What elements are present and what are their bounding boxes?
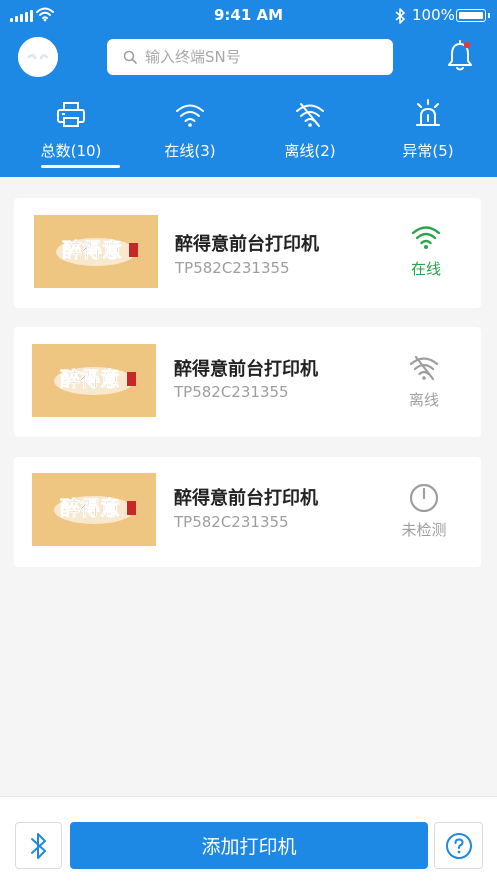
tab-label: 离线(2)	[284, 142, 336, 160]
tab-label: 异常(5)	[402, 142, 454, 160]
brand-logo-image: 醉得意	[32, 344, 156, 417]
notification-button[interactable]	[445, 40, 475, 74]
tab-label: 总数(10)	[40, 142, 102, 160]
printer-name: 醉得意前台打印机	[174, 488, 318, 509]
user-avatar-icon	[18, 37, 58, 77]
wifi-icon	[176, 104, 204, 127]
printer-icon	[57, 102, 85, 127]
search-icon	[123, 50, 137, 64]
status-text: 离线	[408, 391, 439, 409]
svg-text:醉得意: 醉得意	[60, 496, 120, 520]
bell-icon	[448, 40, 472, 71]
alarm-light-icon	[416, 99, 440, 126]
printer-name: 醉得意前台打印机	[175, 234, 319, 255]
wifi-icon	[411, 226, 441, 249]
help-button[interactable]	[434, 822, 483, 869]
printer-status: 未检测	[389, 481, 459, 540]
help-icon	[445, 832, 472, 859]
status-bar: 9:41 AM 100%	[0, 0, 497, 32]
printer-status: 在线	[391, 220, 461, 279]
gauge-icon	[409, 483, 439, 513]
bluetooth-button[interactable]	[15, 822, 62, 869]
bluetooth-icon	[395, 8, 405, 24]
printer-name: 醉得意前台打印机	[174, 359, 318, 380]
printer-status: 离线	[389, 351, 459, 410]
app-header: 9:41 AM 100% 输入终端SN号 总数(10) 在线(3) 离线(2) …	[0, 0, 497, 177]
status-tabs: 总数(10) 在线(3) 离线(2) 异常(5)	[0, 92, 497, 177]
printer-sn: TP582C231355	[175, 259, 290, 277]
brand-logo-image: 醉得意	[34, 215, 158, 288]
printer-logo: 醉得意	[32, 344, 156, 417]
printer-sn: TP582C231355	[174, 513, 289, 531]
battery-icon	[456, 9, 490, 22]
bluetooth-icon	[30, 832, 46, 859]
wifi-off-icon	[409, 355, 439, 381]
printer-logo: 醉得意	[34, 215, 158, 288]
printer-card[interactable]: 醉得意 醉得意前台打印机 TP582C231355 在线	[14, 198, 481, 308]
svg-text:醉得意: 醉得意	[60, 367, 120, 391]
printer-sn: TP582C231355	[174, 383, 289, 401]
bottom-bar: 添加打印机	[0, 796, 497, 883]
avatar[interactable]	[18, 37, 58, 77]
printer-card[interactable]: 醉得意 醉得意前台打印机 TP582C231355 离线	[14, 327, 481, 437]
tab-offline[interactable]: 离线(2)	[248, 92, 372, 177]
active-tab-indicator	[41, 165, 120, 168]
status-text: 未检测	[401, 521, 447, 539]
printer-logo: 醉得意	[32, 473, 156, 546]
tab-label: 在线(3)	[164, 142, 216, 160]
battery-percent: 100%	[412, 6, 455, 24]
svg-text:醉得意: 醉得意	[62, 238, 122, 262]
search-input[interactable]	[145, 48, 385, 66]
tab-abnormal[interactable]: 异常(5)	[366, 92, 490, 177]
printer-card[interactable]: 醉得意 醉得意前台打印机 TP582C231355 未检测	[14, 457, 481, 567]
brand-logo-image: 醉得意	[32, 473, 156, 546]
wifi-off-icon	[296, 103, 324, 127]
tab-online[interactable]: 在线(3)	[128, 92, 252, 177]
search-box[interactable]	[107, 39, 393, 75]
status-text: 在线	[410, 260, 441, 278]
add-printer-button[interactable]: 添加打印机	[70, 822, 428, 869]
tab-total[interactable]: 总数(10)	[9, 92, 133, 177]
